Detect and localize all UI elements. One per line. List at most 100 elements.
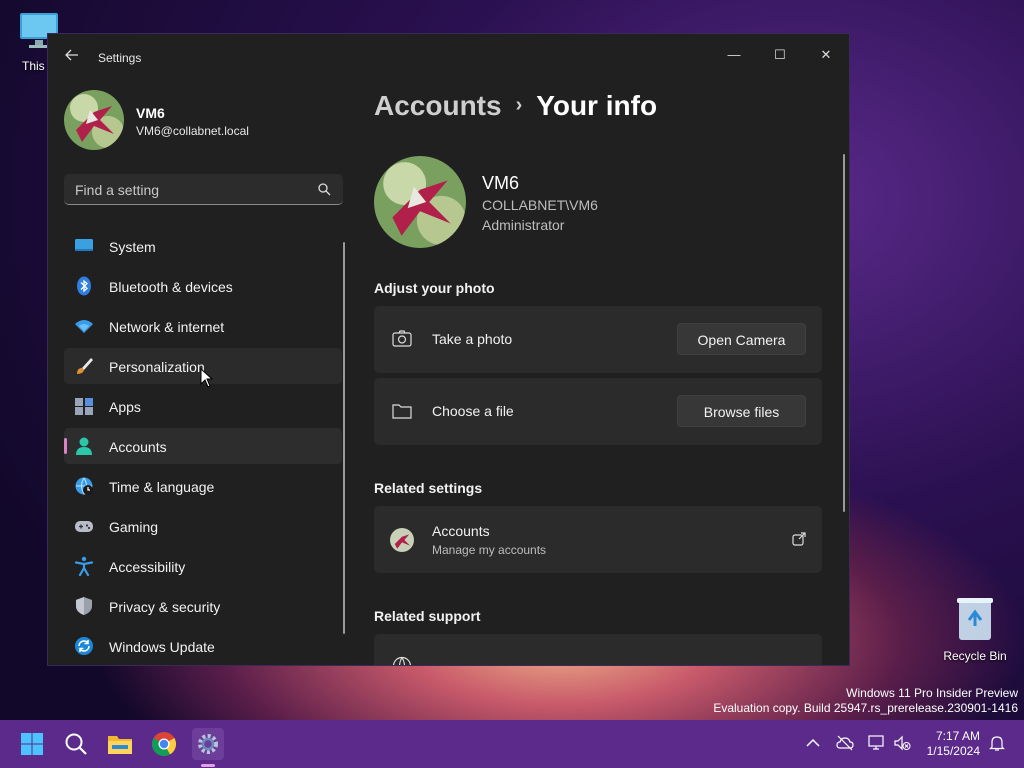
gamepad-icon [75, 521, 93, 532]
account-avatar-icon [390, 528, 414, 552]
take-photo-card: Take a photo Open Camera [374, 306, 822, 373]
recycle-bin-icon [957, 598, 993, 640]
chevron-up-icon[interactable] [804, 734, 822, 752]
sidebar-item-accessibility[interactable]: Accessibility [64, 548, 342, 584]
choose-file-card: Choose a file Browse files [374, 378, 822, 445]
sidebar-scrollbar[interactable] [343, 242, 345, 634]
open-camera-button[interactable]: Open Camera [677, 323, 806, 355]
close-button[interactable]: ✕ [803, 40, 849, 70]
title-bar[interactable]: Settings — ☐ ✕ [48, 34, 849, 80]
sidebar-item-label: Accessibility [109, 559, 186, 575]
mouse-cursor-icon [200, 368, 214, 388]
back-button[interactable] [62, 48, 82, 68]
minimize-button[interactable]: — [711, 40, 757, 70]
system-clock[interactable]: 7:17 AM 1/15/2024 [927, 729, 980, 759]
related-support-heading: Related support [374, 608, 481, 624]
user-name: VM6 [482, 173, 520, 193]
notification-bell-icon[interactable] [988, 734, 1006, 752]
sidebar-item-label: Bluetooth & devices [109, 279, 233, 295]
sidebar-item-system[interactable]: System [64, 228, 342, 264]
settings-icon [198, 734, 218, 754]
search-icon [65, 733, 87, 755]
settings-taskbar-button[interactable] [192, 728, 224, 760]
breadcrumb: Accounts › Your info [374, 90, 657, 122]
network-status-icon[interactable] [868, 734, 886, 752]
sidebar-item-bluetooth[interactable]: Bluetooth & devices [64, 268, 342, 304]
user-role: Administrator [482, 217, 565, 233]
flower-avatar-image [374, 156, 466, 248]
cloud-offline-icon[interactable] [836, 734, 854, 752]
brush-icon [77, 358, 93, 374]
recycle-bin-label: Recycle Bin [943, 649, 1007, 663]
accounts-icon [76, 437, 92, 455]
search-icon[interactable] [317, 182, 331, 196]
file-explorer-button[interactable] [104, 728, 136, 760]
sidebar-item-apps[interactable]: Apps [64, 388, 342, 424]
recycle-bin-desktop-icon[interactable]: Recycle Bin [940, 596, 1010, 663]
take-photo-label: Take a photo [432, 331, 513, 347]
window-title: Settings [98, 51, 142, 65]
accessibility-icon [74, 556, 94, 576]
update-icon [75, 637, 93, 655]
accounts-link-title: Accounts [432, 523, 490, 539]
breadcrumb-parent[interactable]: Accounts [374, 90, 502, 121]
apps-icon [75, 398, 93, 415]
sidebar-item-privacy-security[interactable]: Privacy & security [64, 588, 342, 624]
sidebar-item-label: Personalization [109, 359, 205, 375]
settings-window: Settings — ☐ ✕ VM6 VM6@collabnet.local F… [47, 33, 850, 666]
taskbar: 7:17 AM 1/15/2024 [0, 720, 1024, 768]
sidebar-item-network[interactable]: Network & internet [64, 308, 342, 344]
system-icon [75, 239, 93, 251]
sidebar-item-label: Privacy & security [109, 599, 221, 615]
content-scrollbar[interactable] [843, 154, 845, 512]
watermark-line-1: Windows 11 Pro Insider Preview [846, 686, 1018, 700]
sidebar-item-windows-update[interactable]: Windows Update [64, 628, 342, 664]
sidebar-item-time-language[interactable]: Time & language [64, 468, 342, 504]
external-link-icon [792, 532, 806, 546]
volume-muted-icon[interactable] [893, 734, 911, 752]
maximize-button[interactable]: ☐ [757, 40, 803, 70]
network-icon [75, 320, 93, 333]
sidebar-item-label: Apps [109, 399, 141, 415]
start-icon [21, 733, 43, 755]
user-avatar [374, 156, 466, 248]
sidebar-item-accounts[interactable]: Accounts [64, 428, 342, 464]
camera-icon [392, 330, 412, 347]
sidebar-item-label: System [109, 239, 156, 255]
watermark-line-2: Evaluation copy. Build 25947.rs_prerelea… [713, 701, 1018, 715]
sidebar-nav: System Bluetooth & devices Network & int… [64, 228, 342, 665]
clock-date: 1/15/2024 [926, 744, 980, 758]
folder-icon [392, 404, 412, 419]
accounts-related-card[interactable]: Accounts Manage my accounts [374, 506, 822, 573]
chrome-button[interactable] [148, 728, 180, 760]
page-title: Your info [536, 90, 658, 121]
selection-indicator [64, 438, 67, 454]
sidebar-item-gaming[interactable]: Gaming [64, 508, 342, 544]
search-input[interactable]: Find a setting [64, 174, 343, 205]
browse-files-button[interactable]: Browse files [677, 395, 806, 427]
related-support-card[interactable] [374, 634, 822, 665]
windows-watermark: Windows 11 Pro Insider Preview Evaluatio… [713, 686, 1018, 716]
taskbar-search-button[interactable] [60, 728, 92, 760]
adjust-photo-heading: Adjust your photo [374, 280, 495, 296]
profile-email: VM6@collabnet.local [136, 124, 249, 138]
file-explorer-icon [108, 736, 132, 754]
back-arrow-icon [65, 49, 78, 61]
accounts-link-subtitle: Manage my accounts [432, 543, 547, 557]
sidebar-item-label: Accounts [109, 439, 167, 455]
chrome-icon [151, 732, 177, 757]
related-settings-heading: Related settings [374, 480, 483, 496]
globe-clock-icon [75, 477, 93, 495]
profile-avatar[interactable] [64, 90, 124, 150]
bluetooth-icon [77, 276, 91, 296]
shield-icon [76, 597, 92, 615]
start-button[interactable] [16, 728, 48, 760]
search-placeholder: Find a setting [75, 182, 160, 198]
clock-time: 7:17 AM [935, 729, 980, 743]
active-app-indicator [201, 764, 215, 767]
sidebar-item-label: Gaming [109, 519, 159, 535]
user-domain: COLLABNET\VM6 [482, 197, 598, 213]
flower-avatar-image [64, 90, 124, 150]
sidebar-item-label: Network & internet [109, 319, 225, 335]
sidebar-item-label: Windows Update [109, 639, 215, 655]
